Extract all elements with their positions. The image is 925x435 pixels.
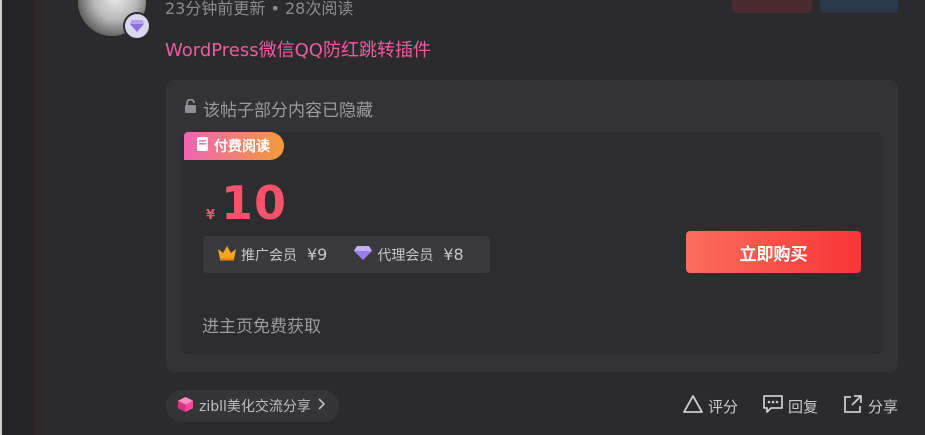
member-prices: 推广会员 ¥9 代理会员 ¥8 [203, 236, 490, 273]
post-meta: 23分钟前更新 • 28次阅读 [165, 0, 354, 18]
chevron-right-icon [317, 398, 326, 414]
top-action-button-2[interactable] [820, 0, 898, 13]
rate-button[interactable]: 评分 [682, 394, 738, 418]
triangle-rate-icon [682, 394, 704, 418]
rate-label: 评分 [707, 397, 738, 416]
hidden-tip-text: 该帖子部分内容已隐藏 [203, 101, 373, 121]
price-value: 10 [221, 176, 288, 230]
member-label: 代理会员 [377, 247, 434, 264]
free-access-tip: 进主页免费获取 [202, 317, 321, 337]
share-icon [842, 394, 864, 418]
member-price-promoter: 推广会员 ¥9 [203, 245, 327, 265]
share-button[interactable]: 分享 [842, 394, 898, 418]
topic-tag[interactable]: zibll美化交流分享 [166, 390, 339, 422]
cube-icon [178, 396, 193, 416]
post-actions: 评分 回复 分享 [682, 394, 898, 418]
paid-badge-label: 付费阅读 [214, 139, 270, 155]
member-price-agent: 代理会员 ¥8 [327, 245, 464, 265]
currency-symbol: ¥ [206, 208, 216, 223]
comment-icon [762, 394, 784, 418]
paid-read-badge: 付费阅读 [184, 132, 284, 160]
price-display: ¥ 10 [206, 176, 287, 230]
reply-label: 回复 [787, 397, 818, 416]
top-action-button-1[interactable] [732, 0, 812, 13]
post-title[interactable]: WordPress微信QQ防红跳转插件 [165, 36, 431, 62]
topic-tag-label: zibll美化交流分享 [199, 399, 311, 415]
left-stripe [34, 0, 42, 435]
hidden-content-tip: 该帖子部分内容已隐藏 [184, 96, 373, 121]
vip-diamond-badge-icon [123, 12, 151, 40]
member-price: ¥8 [443, 245, 464, 264]
hidden-content-panel: 该帖子部分内容已隐藏 付费阅读 ¥ 10 推广会员 ¥9 代理会员 ¥8 立即购… [166, 80, 898, 372]
book-icon [196, 137, 209, 155]
member-price: ¥9 [307, 245, 328, 264]
unlock-icon [184, 98, 197, 119]
member-label: 推广会员 [241, 247, 297, 264]
diamond-icon [353, 245, 373, 265]
crown-icon [217, 245, 237, 265]
paywall-box: 付费阅读 ¥ 10 推广会员 ¥9 代理会员 ¥8 立即购买 进主页免费获取 [182, 132, 882, 354]
share-label: 分享 [867, 397, 898, 416]
buy-now-button[interactable]: 立即购买 [686, 231, 861, 273]
reply-button[interactable]: 回复 [762, 394, 818, 418]
